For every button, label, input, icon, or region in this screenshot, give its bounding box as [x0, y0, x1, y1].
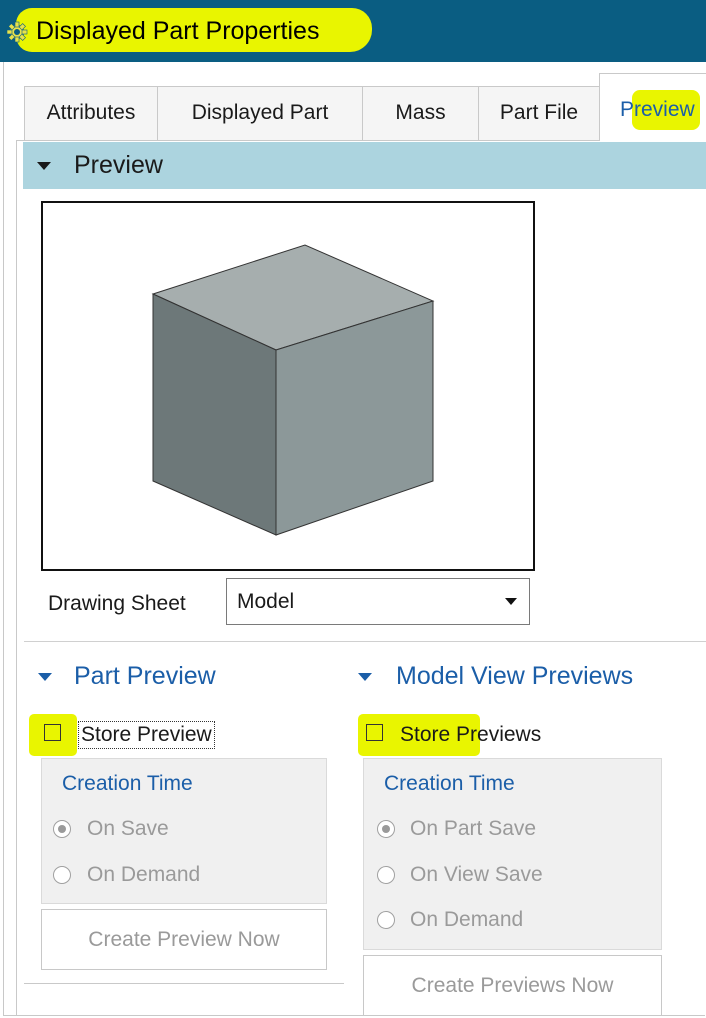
on-part-save-radio[interactable]: [377, 820, 395, 838]
on-demand-label: On Demand: [87, 863, 201, 886]
tab-part-file[interactable]: Part File: [478, 86, 600, 140]
on-demand-radio[interactable]: [377, 911, 395, 929]
preview-image: [41, 201, 535, 571]
window-title: Displayed Part Properties: [36, 17, 320, 45]
model-view-previews-title: Model View Previews: [396, 662, 634, 690]
store-previews-label[interactable]: Store Previews: [400, 721, 541, 749]
drawing-sheet-select[interactable]: Model: [226, 578, 530, 625]
section-title: Preview: [74, 151, 163, 179]
on-save-radio[interactable]: [53, 820, 71, 838]
on-demand-radio[interactable]: [53, 866, 71, 884]
store-preview-checkbox[interactable]: [44, 724, 61, 741]
on-view-save-label: On View Save: [410, 863, 543, 886]
drawing-sheet-value: Model: [237, 590, 295, 613]
drawing-sheet-label: Drawing Sheet: [48, 592, 186, 615]
tab-preview[interactable]: Preview: [599, 73, 706, 141]
section-divider: [24, 641, 706, 642]
bottom-divider: [24, 983, 344, 984]
caret-down-icon: [37, 162, 51, 170]
tab-mass[interactable]: Mass: [362, 86, 479, 140]
tab-attributes[interactable]: Attributes: [24, 86, 158, 140]
caret-down-icon: [38, 673, 52, 681]
on-demand-label: On Demand: [410, 908, 524, 931]
store-previews-checkbox[interactable]: [366, 724, 383, 741]
on-save-label: On Save: [87, 817, 169, 840]
tab-displayed-part[interactable]: Displayed Part: [157, 86, 363, 140]
caret-down-icon: [358, 673, 372, 681]
chevron-down-icon: [505, 598, 517, 605]
on-view-save-radio[interactable]: [377, 866, 395, 884]
on-part-save-label: On Part Save: [410, 817, 537, 840]
create-preview-now-button[interactable]: Create Preview Now: [41, 909, 327, 970]
gear-icon: [6, 21, 28, 43]
store-preview-label[interactable]: Store Preview: [78, 721, 215, 749]
panel-border: [16, 140, 17, 1016]
creation-time-title: Creation Time: [62, 772, 193, 795]
part-preview-title: Part Preview: [74, 662, 216, 690]
tab-baseline: [16, 140, 599, 141]
create-previews-now-button[interactable]: Create Previews Now: [363, 955, 662, 1016]
creation-time-title: Creation Time: [384, 772, 515, 795]
cube-preview: [151, 244, 435, 536]
